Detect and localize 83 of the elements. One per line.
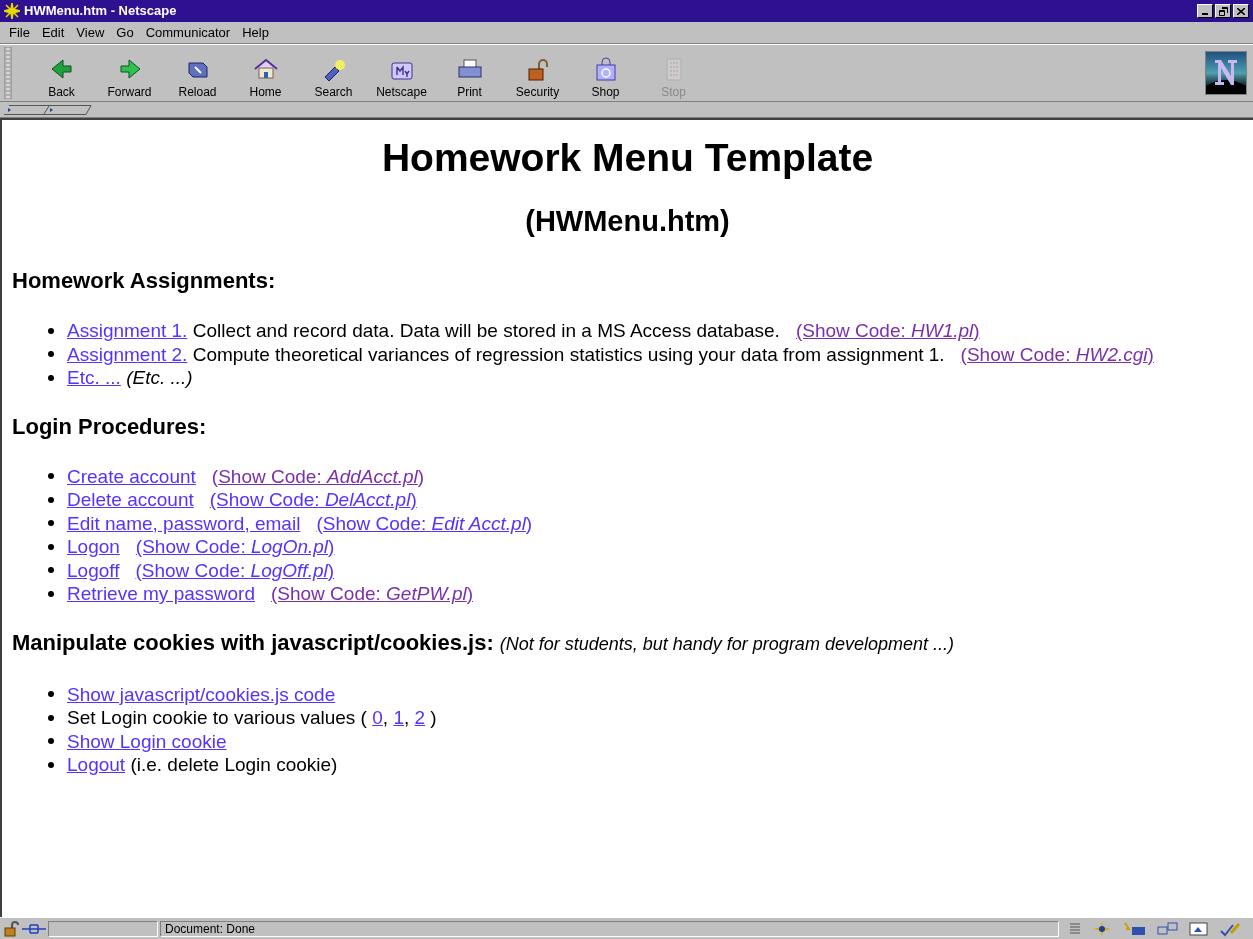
status-text: Document: Done bbox=[160, 920, 1059, 937]
item-text: Set Login cookie to various values ( bbox=[67, 706, 368, 730]
menu-item[interactable]: File bbox=[4, 23, 35, 42]
bullet-icon bbox=[48, 738, 54, 745]
bullet-icon bbox=[48, 520, 54, 527]
collapsed-toolbar-tabs-icon[interactable] bbox=[4, 104, 92, 115]
item-text: Compute theoretical variances of regression statistics using your data from assignment 1. bbox=[191, 342, 945, 366]
link[interactable]: Logon bbox=[67, 535, 120, 559]
menu-item[interactable]: Help bbox=[237, 23, 274, 42]
toolbar-button[interactable]: Print bbox=[436, 47, 503, 101]
item-text: ) bbox=[429, 706, 437, 730]
restore-icon bbox=[1218, 6, 1228, 16]
link[interactable]: Edit name, password, email bbox=[67, 511, 301, 535]
item-text: (Etc. ...) bbox=[125, 366, 193, 390]
bullet-icon bbox=[48, 496, 54, 503]
bullet-icon bbox=[48, 327, 54, 334]
connection-plug-icon[interactable] bbox=[22, 921, 46, 936]
link[interactable]: Delete account bbox=[67, 488, 194, 512]
item-text: , bbox=[382, 706, 390, 730]
toolbar-button[interactable]: Search bbox=[300, 47, 367, 101]
link[interactable]: (Show Code: HW1.pl) bbox=[795, 319, 980, 343]
bullet-icon bbox=[48, 590, 54, 597]
item-text: (i.e. delete Login cookie) bbox=[129, 753, 338, 777]
close-icon bbox=[1237, 7, 1245, 15]
link[interactable]: Retrieve my password bbox=[67, 582, 255, 606]
minimize-button[interactable] bbox=[1197, 4, 1213, 18]
bullet-icon bbox=[48, 543, 54, 550]
link[interactable]: (Show Code: GetPW.pl) bbox=[270, 582, 473, 606]
menu-item[interactable]: Edit bbox=[36, 23, 70, 42]
section-note: (Not for students, but handy for program development ...) bbox=[499, 632, 954, 656]
bullet-icon bbox=[48, 567, 54, 574]
link[interactable]: Etc. ... bbox=[67, 366, 121, 390]
bullet-icon bbox=[48, 714, 54, 721]
toolbar-button[interactable]: Forward bbox=[96, 47, 163, 101]
toolbar-button[interactable]: Reload bbox=[164, 47, 231, 101]
link[interactable]: Assignment 2. bbox=[67, 342, 188, 366]
pencil-check-icon[interactable] bbox=[1219, 920, 1241, 937]
bullet-icon bbox=[48, 691, 54, 698]
link[interactable]: (Show Code: Edit Acct.pl) bbox=[316, 511, 533, 535]
link[interactable]: 2 bbox=[414, 706, 426, 730]
minimize-icon bbox=[1202, 13, 1208, 15]
toolbar-button[interactable]: Security bbox=[504, 47, 571, 101]
netscape-logo[interactable] bbox=[1205, 51, 1247, 95]
menu-item[interactable]: View bbox=[71, 23, 110, 42]
bullet-icon bbox=[48, 374, 54, 381]
page-title: Homework Menu Template bbox=[380, 136, 875, 180]
mailbox-icon[interactable] bbox=[1123, 920, 1147, 937]
link[interactable]: (Show Code: HW2.cgi) bbox=[960, 342, 1154, 366]
restore-button[interactable] bbox=[1215, 4, 1231, 18]
toolbar-button[interactable]: Back bbox=[28, 47, 95, 101]
composer-icon[interactable] bbox=[1189, 920, 1209, 937]
bullet-icon bbox=[48, 351, 54, 358]
app-icon bbox=[4, 3, 20, 19]
close-button[interactable] bbox=[1233, 4, 1249, 18]
toolbar-button[interactable]: Home bbox=[232, 47, 299, 101]
toolbar-grip-icon[interactable] bbox=[4, 47, 12, 99]
window-title: HWMenu.htm - Netscape bbox=[24, 2, 178, 21]
link[interactable]: 1 bbox=[393, 706, 404, 730]
item-text: Collect and record data. Data will be stored in a MS Access database. bbox=[191, 319, 780, 343]
link[interactable]: Show Login cookie bbox=[67, 729, 227, 753]
section-heading: Login Procedures: bbox=[12, 413, 207, 440]
section-heading: Manipulate cookies with javascript/cookies.js: bbox=[12, 629, 494, 656]
link[interactable]: (Show Code: LogOn.pl) bbox=[135, 535, 335, 559]
bullet-icon bbox=[48, 761, 54, 768]
menu-item[interactable]: Go bbox=[111, 23, 139, 42]
link[interactable]: (Show Code: AddAcct.pl) bbox=[211, 464, 425, 488]
link[interactable]: Show javascript/cookies.js code bbox=[67, 682, 336, 706]
section-heading: Homework Assignments: bbox=[12, 268, 276, 294]
link[interactable]: Logoff bbox=[67, 558, 120, 582]
toolbar-button[interactable]: Netscape bbox=[368, 47, 435, 101]
page-subtitle: (HWMenu.htm) bbox=[524, 204, 731, 238]
link[interactable]: 0 bbox=[372, 706, 383, 730]
link[interactable]: Create account bbox=[67, 464, 196, 488]
item-text: , bbox=[403, 706, 411, 730]
chat-bubbles-icon[interactable] bbox=[1157, 920, 1179, 937]
bullet-icon bbox=[48, 473, 54, 480]
link[interactable]: Logout bbox=[67, 753, 126, 777]
padlock-icon[interactable] bbox=[4, 920, 20, 937]
toolbar-button[interactable]: Shop bbox=[572, 47, 639, 101]
menu-item[interactable]: Communicator bbox=[140, 23, 236, 42]
link[interactable]: (Show Code: LogOff.pl) bbox=[135, 558, 335, 582]
link[interactable]: (Show Code: DelAcct.pl) bbox=[209, 488, 417, 512]
link[interactable]: Assignment 1. bbox=[67, 319, 188, 343]
